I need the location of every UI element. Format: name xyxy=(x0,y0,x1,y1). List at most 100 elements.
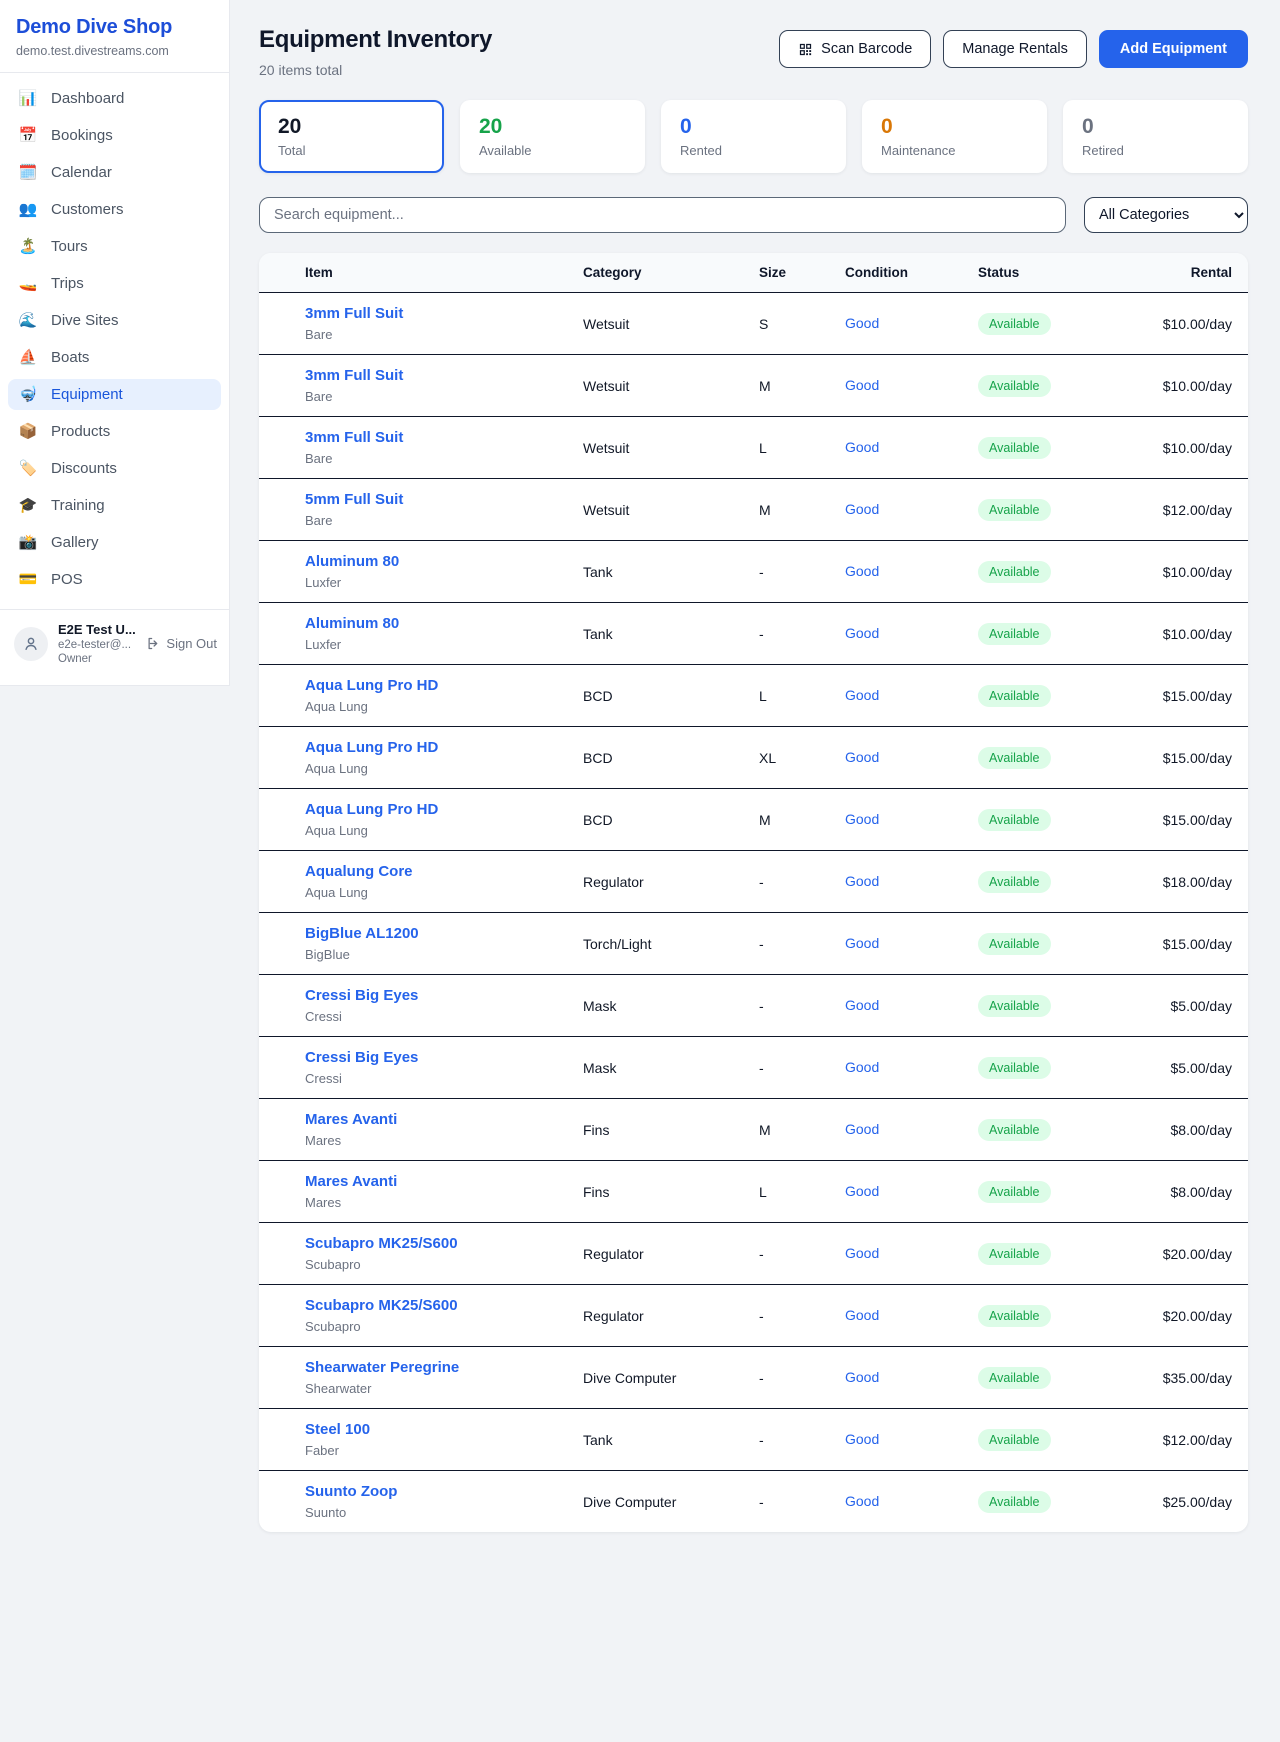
condition-link[interactable]: Good xyxy=(845,501,879,517)
stat-card[interactable]: 0 Rented xyxy=(661,100,846,173)
item-link[interactable]: Mares Avanti xyxy=(305,1111,397,1128)
item-link[interactable]: Scubapro MK25/S600 xyxy=(305,1235,458,1252)
item-link[interactable]: Aqua Lung Pro HD xyxy=(305,801,438,818)
column-header-status: Status xyxy=(978,253,1112,293)
stat-value: 0 xyxy=(881,115,1028,139)
item-link[interactable]: Shearwater Peregrine xyxy=(305,1359,459,1376)
item-link[interactable]: Aqua Lung Pro HD xyxy=(305,739,438,756)
bookings-icon: 📅 xyxy=(18,128,38,143)
search-input[interactable] xyxy=(259,197,1066,233)
sidebar-item[interactable]: 📦 Products xyxy=(8,416,221,447)
item-link[interactable]: Aqua Lung Pro HD xyxy=(305,677,438,694)
sidebar-item[interactable]: 🏷️ Discounts xyxy=(8,453,221,484)
cell-item: Aqua Lung Pro HD Aqua Lung xyxy=(259,789,583,851)
item-link[interactable]: Aluminum 80 xyxy=(305,553,399,570)
condition-link[interactable]: Good xyxy=(845,1493,879,1509)
condition-link[interactable]: Good xyxy=(845,1307,879,1323)
condition-link[interactable]: Good xyxy=(845,315,879,331)
stat-card[interactable]: 0 Maintenance xyxy=(862,100,1047,173)
status-badge: Available xyxy=(978,1181,1051,1203)
status-badge: Available xyxy=(978,623,1051,645)
user-meta: E2E Test U... e2e-tester@... Owner xyxy=(58,622,136,665)
item-link[interactable]: Scubapro MK25/S600 xyxy=(305,1297,458,1314)
item-link[interactable]: Aluminum 80 xyxy=(305,615,399,632)
condition-link[interactable]: Good xyxy=(845,625,879,641)
sidebar-item[interactable]: 🎓 Training xyxy=(8,490,221,521)
item-link[interactable]: 3mm Full Suit xyxy=(305,429,403,446)
condition-link[interactable]: Good xyxy=(845,811,879,827)
condition-link[interactable]: Good xyxy=(845,1369,879,1385)
stat-card[interactable]: 20 Available xyxy=(460,100,645,173)
item-link[interactable]: Cressi Big Eyes xyxy=(305,1049,418,1066)
condition-link[interactable]: Good xyxy=(845,1121,879,1137)
sidebar-item[interactable]: ⛵ Boats xyxy=(8,342,221,373)
cell-status: Available xyxy=(978,665,1112,727)
condition-link[interactable]: Good xyxy=(845,749,879,765)
condition-link[interactable]: Good xyxy=(845,439,879,455)
sidebar-item[interactable]: 📅 Bookings xyxy=(8,120,221,151)
sidebar-item[interactable]: 🌊 Dive Sites xyxy=(8,305,221,336)
scan-barcode-button[interactable]: Scan Barcode xyxy=(779,30,931,68)
table-row: Suunto Zoop Suunto Dive Computer - Good … xyxy=(259,1471,1248,1533)
sidebar-item-label: POS xyxy=(51,571,83,588)
cell-status: Available xyxy=(978,603,1112,665)
main-content: Equipment Inventory 20 items total Scan … xyxy=(259,0,1248,1532)
manage-rentals-button[interactable]: Manage Rentals xyxy=(943,30,1087,68)
stat-value: 20 xyxy=(278,115,425,139)
cell-status: Available xyxy=(978,1161,1112,1223)
condition-link[interactable]: Good xyxy=(845,997,879,1013)
cell-condition: Good xyxy=(845,665,978,727)
category-select[interactable]: All Categories xyxy=(1084,197,1248,233)
item-link[interactable]: Mares Avanti xyxy=(305,1173,397,1190)
item-link[interactable]: 5mm Full Suit xyxy=(305,491,403,508)
item-link[interactable]: 3mm Full Suit xyxy=(305,367,403,384)
sidebar-item[interactable]: 🚤 Trips xyxy=(8,268,221,299)
sidebar-item[interactable]: 🏝️ Tours xyxy=(8,231,221,262)
sidebar-item-label: Calendar xyxy=(51,164,112,181)
column-header-category: Category xyxy=(583,253,759,293)
item-link[interactable]: 3mm Full Suit xyxy=(305,305,403,322)
dive-sites-icon: 🌊 xyxy=(18,313,38,328)
condition-link[interactable]: Good xyxy=(845,377,879,393)
column-header-size: Size xyxy=(759,253,845,293)
status-badge: Available xyxy=(978,1243,1051,1265)
item-link[interactable]: Aqualung Core xyxy=(305,863,413,880)
sidebar-item[interactable]: 📊 Dashboard xyxy=(8,83,221,114)
condition-link[interactable]: Good xyxy=(845,935,879,951)
products-icon: 📦 xyxy=(18,424,38,439)
sidebar-item-label: Gallery xyxy=(51,534,99,551)
cell-rental: $10.00/day xyxy=(1112,293,1248,355)
item-link[interactable]: Cressi Big Eyes xyxy=(305,987,418,1004)
sidebar-item[interactable]: 💳 POS xyxy=(8,564,221,595)
cell-condition: Good xyxy=(845,417,978,479)
filter-row: All Categories xyxy=(259,197,1248,233)
sign-out-button[interactable]: Sign Out xyxy=(146,636,217,651)
item-link[interactable]: BigBlue AL1200 xyxy=(305,925,419,942)
cell-category: Regulator xyxy=(583,1285,759,1347)
item-link[interactable]: Suunto Zoop xyxy=(305,1483,397,1500)
condition-link[interactable]: Good xyxy=(845,873,879,889)
condition-link[interactable]: Good xyxy=(845,687,879,703)
condition-link[interactable]: Good xyxy=(845,1183,879,1199)
add-equipment-button[interactable]: Add Equipment xyxy=(1099,30,1248,68)
condition-link[interactable]: Good xyxy=(845,1059,879,1075)
sidebar-item[interactable]: 📸 Gallery xyxy=(8,527,221,558)
sidebar-item[interactable]: 👥 Customers xyxy=(8,194,221,225)
stat-card[interactable]: 20 Total xyxy=(259,100,444,173)
cell-category: Wetsuit xyxy=(583,417,759,479)
sidebar-item[interactable]: 🗓️ Calendar xyxy=(8,157,221,188)
condition-link[interactable]: Good xyxy=(845,563,879,579)
table-row: Scubapro MK25/S600 Scubapro Regulator - … xyxy=(259,1285,1248,1347)
condition-link[interactable]: Good xyxy=(845,1245,879,1261)
gallery-icon: 📸 xyxy=(18,535,38,550)
table-row: Aqualung Core Aqua Lung Regulator - Good… xyxy=(259,851,1248,913)
stat-card[interactable]: 0 Retired xyxy=(1063,100,1248,173)
page-title: Equipment Inventory xyxy=(259,26,492,54)
cell-condition: Good xyxy=(845,293,978,355)
table-row: BigBlue AL1200 BigBlue Torch/Light - Goo… xyxy=(259,913,1248,975)
condition-link[interactable]: Good xyxy=(845,1431,879,1447)
item-link[interactable]: Steel 100 xyxy=(305,1421,370,1438)
table-body: 3mm Full Suit Bare Wetsuit S Good Availa… xyxy=(259,293,1248,1533)
cell-condition: Good xyxy=(845,1037,978,1099)
sidebar-item[interactable]: 🤿 Equipment xyxy=(8,379,221,410)
